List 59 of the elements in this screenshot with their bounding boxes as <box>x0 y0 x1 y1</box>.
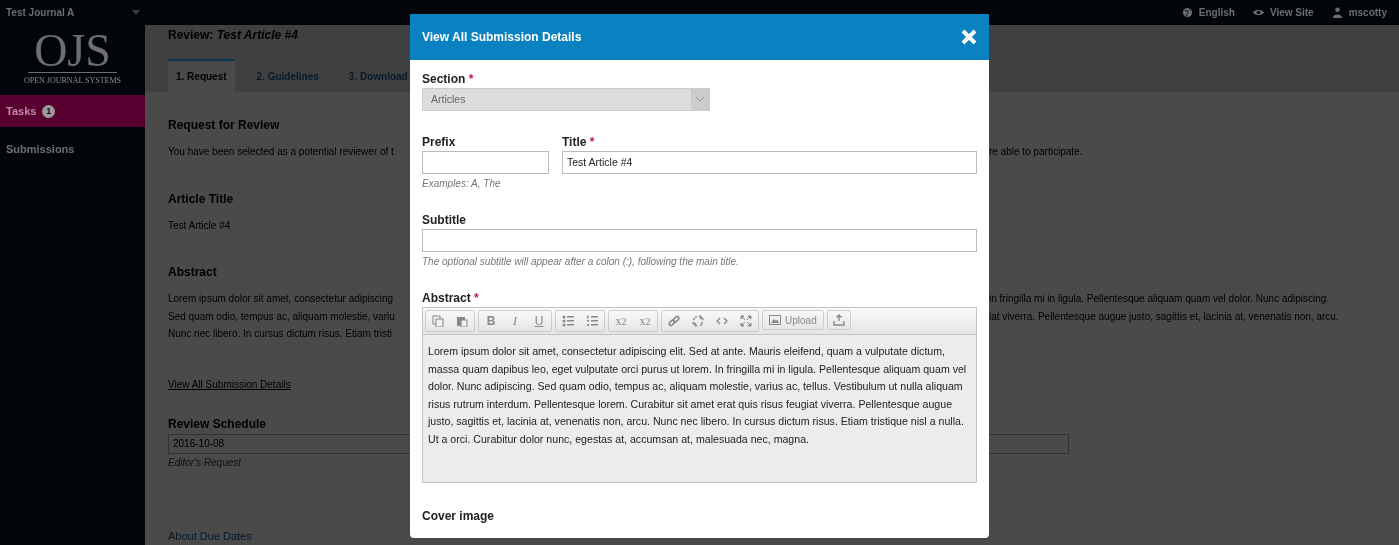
italic-button[interactable]: I <box>503 311 527 331</box>
field-label: Abstract * <box>422 291 480 305</box>
close-icon[interactable] <box>961 29 977 45</box>
top-link[interactable]: View Site <box>1252 7 1314 18</box>
logo[interactable]: OJS OPEN JOURNAL SYSTEMS <box>0 25 145 90</box>
section-heading: Review Schedule <box>168 415 267 432</box>
bulleted-list-icon <box>562 315 574 327</box>
text-line: Lorem ipsum dolor sit amet, consectetur adipiscing <box>168 292 395 306</box>
field-label: Prefix <box>422 135 457 149</box>
image-icon <box>769 314 781 326</box>
code-icon <box>716 315 728 327</box>
sidebar-item[interactable]: Tasks 1 <box>0 95 145 127</box>
unlink-icon <box>692 315 704 327</box>
section-heading: Abstract <box>168 264 217 280</box>
text-link[interactable]: View All Submission Details <box>168 378 291 390</box>
export-icon <box>832 314 845 326</box>
top-link[interactable]: mscotty <box>1331 7 1387 18</box>
bold-button[interactable]: B <box>479 311 503 331</box>
text-line: iat viverra. Pellentesque augue justo, sagittis et, lacinia at, venenatis non, arcu. <box>989 309 1340 324</box>
field-hint: The optional subtitle will appear after a colon (:), following the main title. <box>422 256 740 267</box>
paste-icon <box>456 315 468 327</box>
numbered-list-icon <box>586 315 598 327</box>
section-heading: Article Title <box>168 190 234 207</box>
text-field[interactable] <box>422 229 977 252</box>
count-badge: 1 <box>42 104 56 118</box>
text-line: Sed quam odio, tempus ac, aliquam molestie, variu <box>168 309 396 324</box>
text-line: Test Article #4 <box>168 218 232 233</box>
link-icon <box>668 315 680 327</box>
text-line: in fringilla mi in ligula. Pellentesque aliquam quam vel dolor. Nunc adipiscing. <box>989 292 1331 306</box>
field-label: Title * <box>562 135 596 149</box>
section-heading: Request for Review <box>168 117 280 133</box>
text-field[interactable] <box>422 151 549 174</box>
fullscreen-icon <box>740 315 752 327</box>
top-link[interactable]: English <box>1181 7 1235 18</box>
text-line: You have been selected as a potential reviewer of t <box>168 145 395 159</box>
text-field[interactable]: Test Article #4 <box>562 151 977 174</box>
upload-button[interactable]: Upload <box>762 310 824 330</box>
field-hint: Examples: A, The <box>422 178 502 189</box>
user-icon <box>1331 7 1343 18</box>
sidebar-item[interactable]: Submissions <box>0 133 145 165</box>
abstract-editor[interactable]: Lorem ipsum dolor sit amet, consectetur adipiscing elit. Sed at ante. Mauris eleifend, quam a vulputate dictum, massa quam dapibus leo, eget vulputate orci purus ut lorem. In fringilla mi in ligula. Pellentesque aliquam quam vel dolor. Nunc adipiscing. Sed quam odio, tempus ac, aliquam molestie, varius ac, tellus. Vestibulum ut nulla aliquam risus rutrum interdum. Pellentesque lorem. Curabitur sit amet erat quis risus feugiat viverra. Pellentesque augue justo, sagittis et, lacinia at, venenatis non, arcu. Nunc nec libero. In cursus dictum risus. Etiam tristique nisl a nulla. Ut a orci. Curabitur dolor nunc, egestas at, accumsan at, malesuada nec, magna. <box>423 335 976 482</box>
export-button[interactable] <box>826 310 851 330</box>
tab[interactable]: 2. Guidelines <box>248 59 327 92</box>
modal-title: View All Submission Details <box>422 30 582 44</box>
globe-icon <box>1181 7 1193 18</box>
caret-icon[interactable] <box>132 10 141 15</box>
eye-icon <box>1252 7 1264 18</box>
field-hint: Editor's Request <box>168 456 242 468</box>
field-label: Subtitle <box>422 213 467 227</box>
tab[interactable]: 1. Request <box>168 59 235 92</box>
text-link[interactable]: About Due Dates <box>168 529 252 542</box>
journal-name[interactable]: Test Journal A <box>6 7 75 18</box>
field-label: Section * <box>422 72 475 86</box>
underline-button[interactable]: U <box>527 311 551 331</box>
page-title: Review: Test Article #4 <box>168 28 298 42</box>
copy-icon <box>432 315 444 327</box>
field-label: Cover image <box>422 509 496 523</box>
text-line: re able to participate. <box>989 145 1084 159</box>
text-line: Nunc nec libero. In cursus dictum risus. Etiam tristi <box>168 327 393 341</box>
